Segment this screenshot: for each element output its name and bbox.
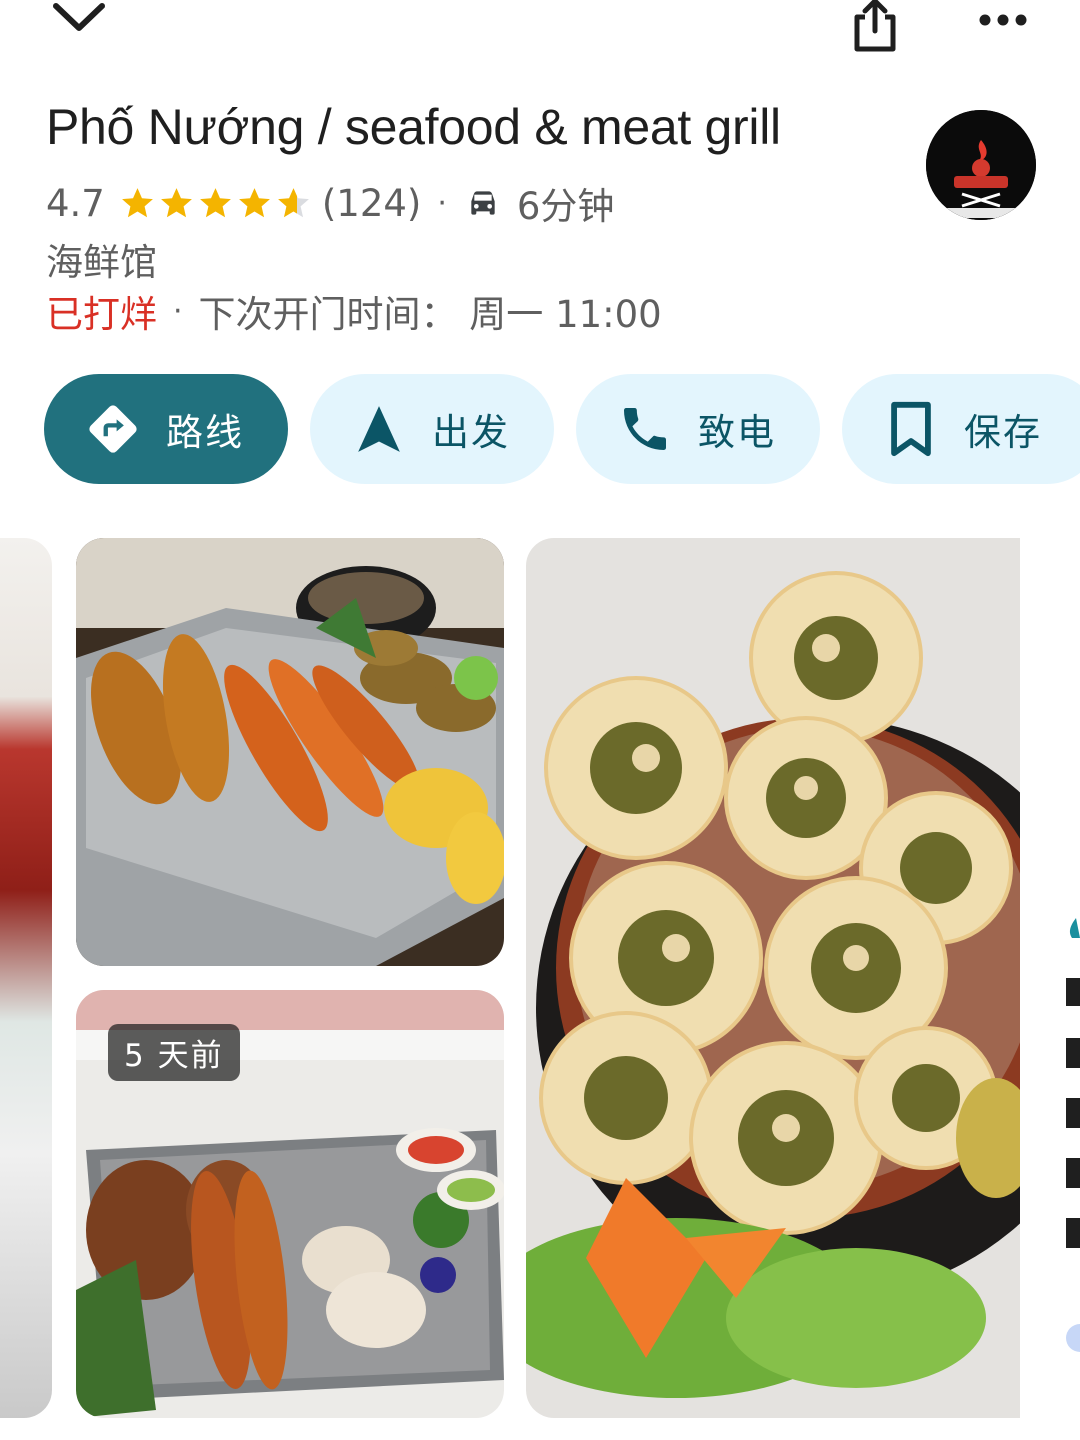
share-icon[interactable] bbox=[842, 0, 908, 54]
star-icon bbox=[238, 187, 270, 217]
photo-grilled-scallops[interactable] bbox=[526, 538, 1020, 1418]
call-label: 致电 bbox=[698, 411, 776, 454]
directions-label: 路线 bbox=[166, 411, 244, 454]
review-count[interactable]: (124) bbox=[322, 182, 422, 225]
next-card-peek[interactable] bbox=[1020, 538, 1080, 1418]
restaurant-logo[interactable] bbox=[926, 110, 1036, 220]
chevron-down-icon[interactable] bbox=[44, 0, 114, 44]
place-category: 海鲜馆 bbox=[46, 241, 157, 284]
separator-dot: · bbox=[173, 293, 183, 329]
star-icon bbox=[199, 187, 231, 217]
bookmark-icon bbox=[880, 398, 942, 460]
rating-stars bbox=[119, 185, 312, 222]
photo-gallery: 5 天前 bbox=[0, 538, 1080, 1418]
directions-icon bbox=[82, 398, 144, 460]
place-title: Phố Nướng / seafood & meat grill bbox=[46, 99, 781, 155]
navigation-arrow-icon bbox=[348, 398, 410, 460]
photo-seafood-platter[interactable] bbox=[76, 538, 504, 966]
open-status: 已打烊 bbox=[46, 293, 157, 336]
rating-row: 4.7 (124) · 6分钟 bbox=[46, 180, 614, 229]
directions-button[interactable]: 路线 bbox=[44, 374, 288, 484]
action-buttons: 路线 出发 致电 保存 bbox=[44, 374, 1080, 484]
photo-grill-tray[interactable]: 5 天前 bbox=[76, 990, 504, 1418]
start-label: 出发 bbox=[432, 411, 510, 454]
rating-value: 4.7 bbox=[46, 181, 105, 225]
next-open-time: 下次开门时间： 周一 11:00 bbox=[198, 293, 662, 336]
phone-icon bbox=[614, 398, 676, 460]
hours-row[interactable]: 已打烊 · 下次开门时间： 周一 11:00 bbox=[46, 284, 662, 338]
more-options-icon[interactable] bbox=[968, 0, 1038, 40]
save-button[interactable]: 保存 bbox=[842, 374, 1080, 484]
photo-interior[interactable] bbox=[0, 538, 52, 1418]
top-bar bbox=[0, 0, 1080, 60]
call-button[interactable]: 致电 bbox=[576, 374, 820, 484]
drive-time: 6分钟 bbox=[516, 185, 615, 228]
star-half-icon bbox=[277, 187, 309, 217]
car-icon bbox=[471, 191, 495, 215]
star-icon bbox=[121, 187, 153, 217]
save-label: 保存 bbox=[964, 411, 1042, 454]
star-icon bbox=[160, 187, 192, 217]
start-navigation-button[interactable]: 出发 bbox=[310, 374, 554, 484]
separator-dot: · bbox=[437, 185, 447, 221]
photo-age-badge: 5 天前 bbox=[108, 1024, 240, 1081]
